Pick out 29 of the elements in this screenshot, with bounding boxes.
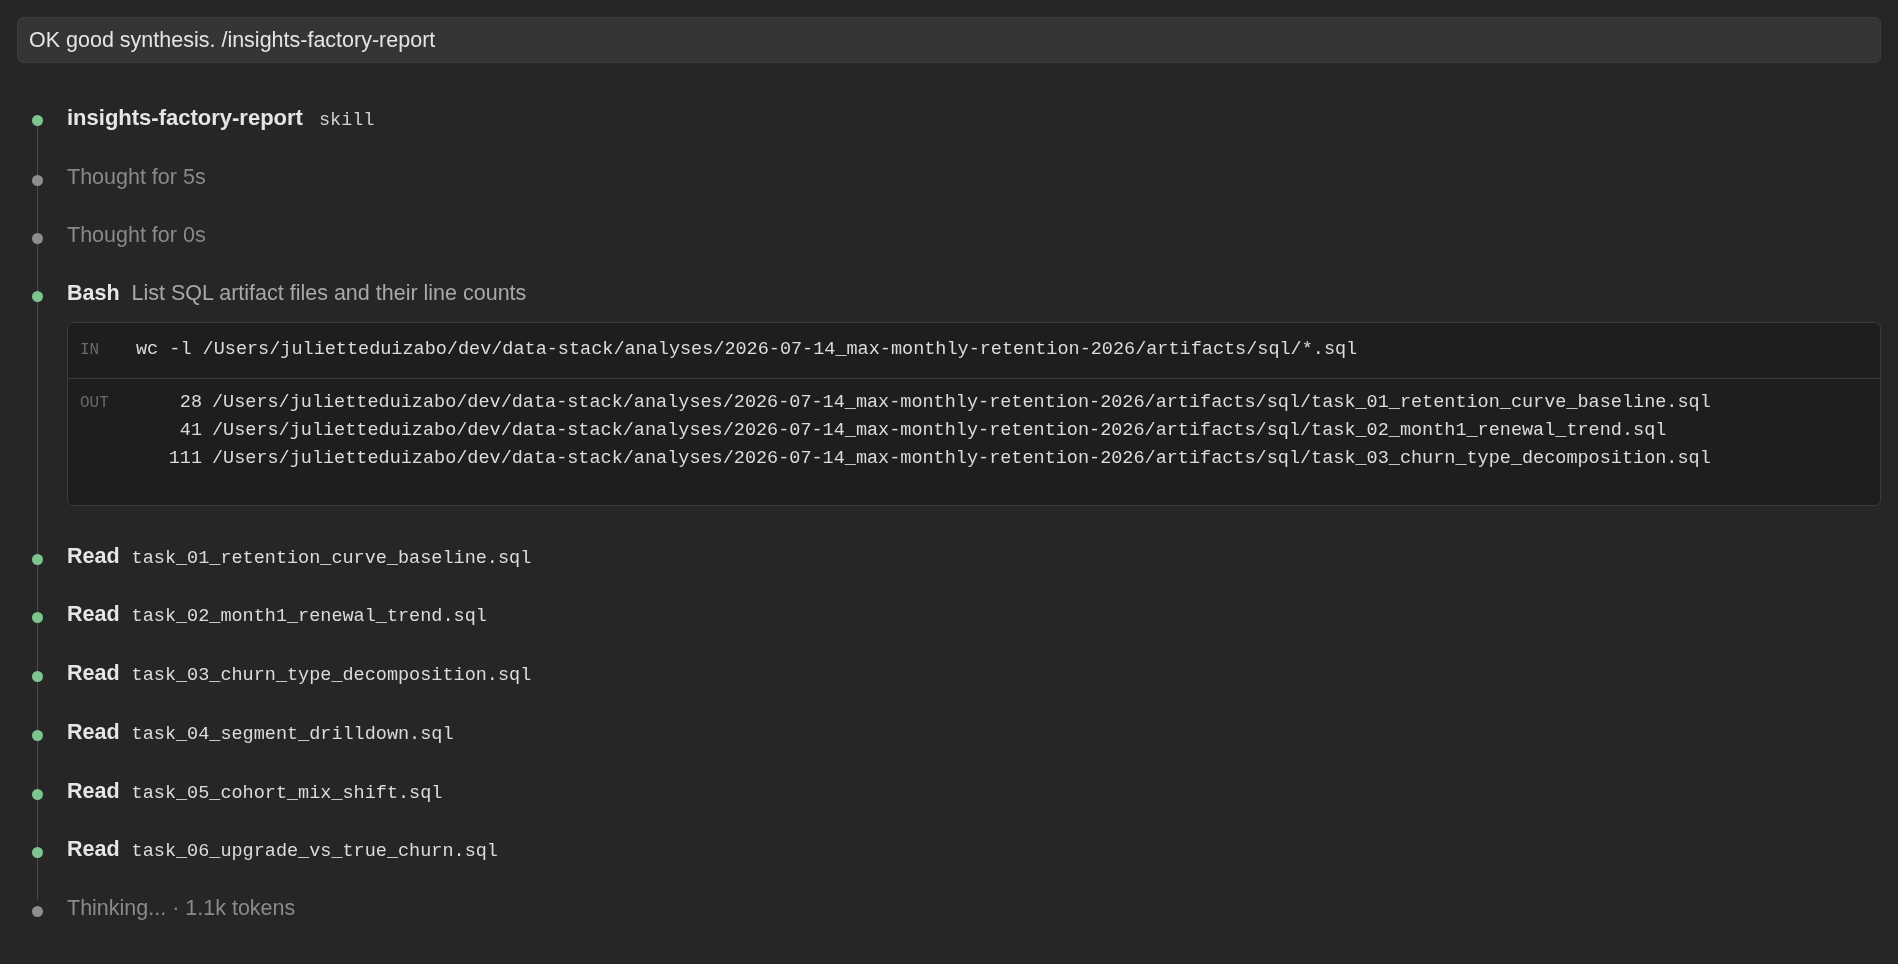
prompt-message: OK good synthesis. /insights-factory-report (17, 17, 1881, 63)
tool-name: Read (67, 836, 120, 864)
skill-name: insights-factory-report (67, 104, 303, 132)
thinking-status: Thinking... · 1.1k tokens (67, 896, 296, 920)
line-count: 41 (178, 418, 202, 443)
file-name: task_02_month1_renewal_trend.sql (131, 605, 487, 630)
file-name: task_06_upgrade_vs_true_churn.sql (131, 840, 498, 865)
tool-description: List SQL artifact files and their line counts (131, 280, 527, 308)
thought-label: Thought for 0s (67, 223, 206, 247)
tool-name: Read (67, 601, 120, 629)
skill-tag: skill (318, 107, 375, 135)
thought-label: Thought for 5s (67, 164, 206, 189)
input-label: IN (80, 340, 101, 361)
file-name: task_04_segment_drilldown.sql (131, 722, 454, 747)
file-path: /Users/julietteduizabo/dev/data-stack/analyses/2026-07-14_max-monthly-retention-2026/artifacts/sql/task_02_month1_renewal_trend.sql (212, 418, 1667, 443)
tool-name: Read (67, 660, 120, 687)
tool-name: Bash (67, 280, 120, 308)
output-label: OUT (80, 392, 110, 414)
file-name: task_05_cohort_mix_shift.sql (131, 781, 443, 806)
file-path: /Users/julietteduizabo/dev/data-stack/analyses/2026-07-14_max-monthly-retention-2026/artifacts/sql/task_01_retention_curve_baseline.sql (212, 390, 1711, 415)
tool-name: Read (67, 542, 120, 570)
command-text: wc -l /Users/julietteduizabo/dev/data-stack/analyses/2026-07-14_max-monthly-retention-2026/artifacts/sql/*.sql (136, 338, 1358, 363)
line-count: 111 (167, 446, 202, 471)
tool-name: Read (67, 718, 120, 746)
file-path: /Users/julietteduizabo/dev/data-stack/analyses/2026-07-14_max-monthly-retention-2026/artifacts/sql/task_03_churn_type_decomposition.sql (212, 446, 1711, 471)
file-name: task_01_retention_curve_baseline.sql (131, 546, 532, 571)
tool-name: Read (67, 777, 120, 805)
line-count: 28 (178, 390, 202, 415)
file-name: task_03_churn_type_decomposition.sql (131, 664, 532, 688)
